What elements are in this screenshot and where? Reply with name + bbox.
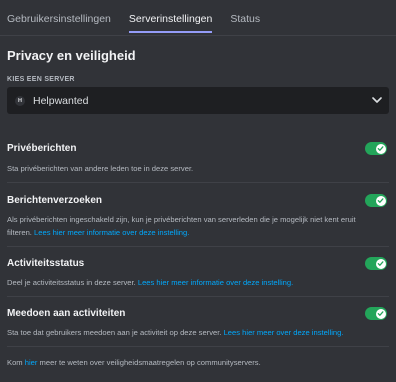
setting-title: Privéberichten bbox=[7, 143, 77, 154]
setting-description: Sta toe dat gebruikers meedoen aan je ac… bbox=[7, 327, 357, 340]
divider bbox=[7, 246, 389, 247]
settings-tabs: Gebruikersinstellingen Serverinstellinge… bbox=[7, 0, 278, 35]
learn-more-link[interactable]: Lees hier meer informatie over deze inst… bbox=[34, 228, 189, 237]
message-requests-toggle[interactable] bbox=[365, 194, 387, 207]
toggle-knob bbox=[375, 308, 386, 319]
join-activities-toggle[interactable] bbox=[365, 307, 387, 320]
setting-join-activities: Meedoen aan activiteiten Sta toe dat geb… bbox=[7, 307, 389, 340]
footer-note: Kom hier meer te weten over veiligheidsm… bbox=[7, 358, 261, 367]
setting-activity-status: Activiteitsstatus Deel je activiteitssta… bbox=[7, 257, 389, 290]
setting-description: Sta privéberichten van andere leden toe … bbox=[7, 163, 357, 176]
check-icon bbox=[377, 311, 384, 316]
tab-server-settings[interactable]: Serverinstellingen bbox=[128, 0, 213, 35]
toggle-knob bbox=[375, 143, 386, 154]
tab-user-settings[interactable]: Gebruikersinstellingen bbox=[7, 0, 111, 35]
divider bbox=[7, 182, 389, 183]
tabs-divider bbox=[0, 35, 396, 36]
toggle-knob bbox=[375, 195, 386, 206]
check-icon bbox=[377, 261, 384, 266]
divider bbox=[7, 346, 389, 347]
setting-message-requests: Berichtenverzoeken Als privéberichten in… bbox=[7, 194, 389, 239]
footer-text-before: Kom bbox=[7, 358, 23, 367]
check-icon bbox=[377, 146, 384, 151]
server-avatar-icon: H bbox=[15, 95, 25, 106]
setting-title: Berichtenverzoeken bbox=[7, 195, 103, 206]
learn-more-link[interactable]: Lees hier meer informatie over deze inst… bbox=[138, 278, 293, 287]
chevron-down-icon bbox=[372, 97, 382, 103]
description-text: Sta privéberichten van andere leden toe … bbox=[7, 164, 194, 173]
activity-status-toggle[interactable] bbox=[365, 257, 387, 270]
tab-status[interactable]: Status bbox=[230, 0, 260, 35]
server-picker-label: KIES EEN SERVER bbox=[7, 76, 75, 83]
description-text: Sta toe dat gebruikers meedoen aan je ac… bbox=[7, 328, 222, 337]
server-select[interactable]: H Helpwanted bbox=[7, 87, 389, 114]
setting-direct-messages: Privéberichten Sta privéberichten van an… bbox=[7, 142, 389, 176]
learn-more-link[interactable]: Lees hier meer over deze instelling. bbox=[224, 328, 344, 337]
selected-server-name: Helpwanted bbox=[33, 94, 89, 107]
footer-text-after: meer te weten over veiligheidsmaatregele… bbox=[39, 358, 261, 367]
footer-link[interactable]: hier bbox=[25, 358, 38, 367]
description-text: Deel je activiteitsstatus in deze server… bbox=[7, 278, 136, 287]
setting-title: Activiteitsstatus bbox=[7, 258, 85, 269]
divider bbox=[7, 296, 389, 297]
toggle-knob bbox=[375, 258, 386, 269]
setting-title: Meedoen aan activiteiten bbox=[7, 308, 126, 319]
setting-description: Als privéberichten ingeschakeld zijn, ku… bbox=[7, 214, 357, 239]
setting-description: Deel je activiteitsstatus in deze server… bbox=[7, 277, 357, 290]
direct-messages-toggle[interactable] bbox=[365, 142, 387, 155]
check-icon bbox=[377, 198, 384, 203]
page-title: Privacy en veiligheid bbox=[7, 48, 136, 63]
